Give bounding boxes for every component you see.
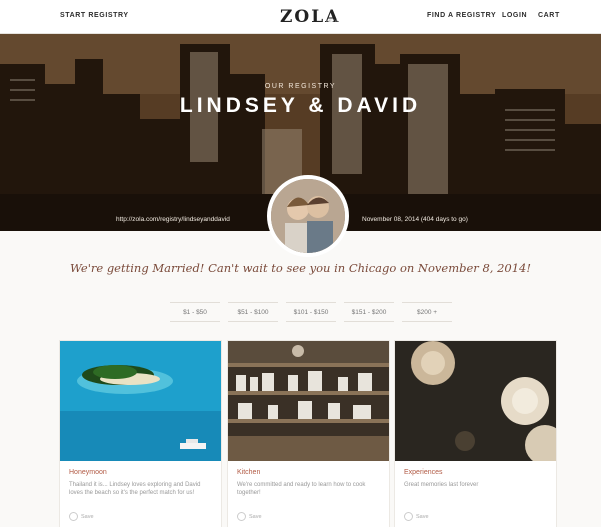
- find-registry-link[interactable]: FIND A REGISTRY: [427, 12, 496, 19]
- login-link[interactable]: LOGIN: [502, 12, 527, 19]
- kitchen-image: [228, 341, 389, 461]
- card-title: Kitchen: [237, 469, 261, 476]
- save-button[interactable]: Save: [404, 512, 429, 521]
- price-filter-101-150[interactable]: $101 - $150: [286, 302, 336, 322]
- card-description: Great memories last forever: [404, 482, 479, 488]
- card-description: Thailand it is... Lindsey loves explorin…: [69, 482, 201, 496]
- couple-avatar: [267, 175, 349, 257]
- heart-icon: [237, 512, 246, 521]
- registry-subtitle: OUR REGISTRY: [264, 83, 337, 90]
- card-description: We're committed and ready to learn how t…: [237, 482, 366, 496]
- heart-icon: [69, 512, 78, 521]
- price-filter-51-100[interactable]: $51 - $100: [228, 302, 278, 322]
- card-title: Experiences: [404, 469, 443, 476]
- registry-url[interactable]: http://zola.com/registry/lindseyanddavid: [116, 216, 230, 223]
- save-label: Save: [81, 513, 94, 520]
- save-button[interactable]: Save: [237, 512, 262, 521]
- category-card-kitchen[interactable]: Kitchen We're committed and ready to lea…: [227, 340, 390, 527]
- save-label: Save: [416, 513, 429, 520]
- logo-beta-badge: BETA: [326, 18, 339, 23]
- wedding-date: November 08, 2014 (404 days to go): [362, 216, 468, 223]
- start-registry-link[interactable]: START REGISTRY: [60, 12, 129, 19]
- zola-logo[interactable]: ZOLA: [280, 7, 340, 27]
- price-filter-151-200[interactable]: $151 - $200: [344, 302, 394, 322]
- price-filter-200-plus[interactable]: $200 +: [402, 302, 452, 322]
- experiences-image: [395, 341, 556, 461]
- welcome-message: We're getting Married! Can't wait to see…: [70, 261, 531, 275]
- card-title: Honeymoon: [69, 469, 107, 476]
- save-label: Save: [249, 513, 262, 520]
- category-card-honeymoon[interactable]: Honeymoon Thailand it is... Lindsey love…: [59, 340, 222, 527]
- top-navigation: START REGISTRY ZOLA BETA FIND A REGISTRY…: [0, 0, 601, 34]
- couple-names-title: LINDSEY & DAVID: [179, 94, 422, 117]
- price-filter-1-50[interactable]: $1 - $50: [170, 302, 220, 322]
- cart-link[interactable]: CART: [538, 12, 560, 19]
- save-button[interactable]: Save: [69, 512, 94, 521]
- honeymoon-image: [60, 341, 221, 461]
- heart-icon: [404, 512, 413, 521]
- category-card-experiences[interactable]: Experiences Great memories last forever …: [394, 340, 557, 527]
